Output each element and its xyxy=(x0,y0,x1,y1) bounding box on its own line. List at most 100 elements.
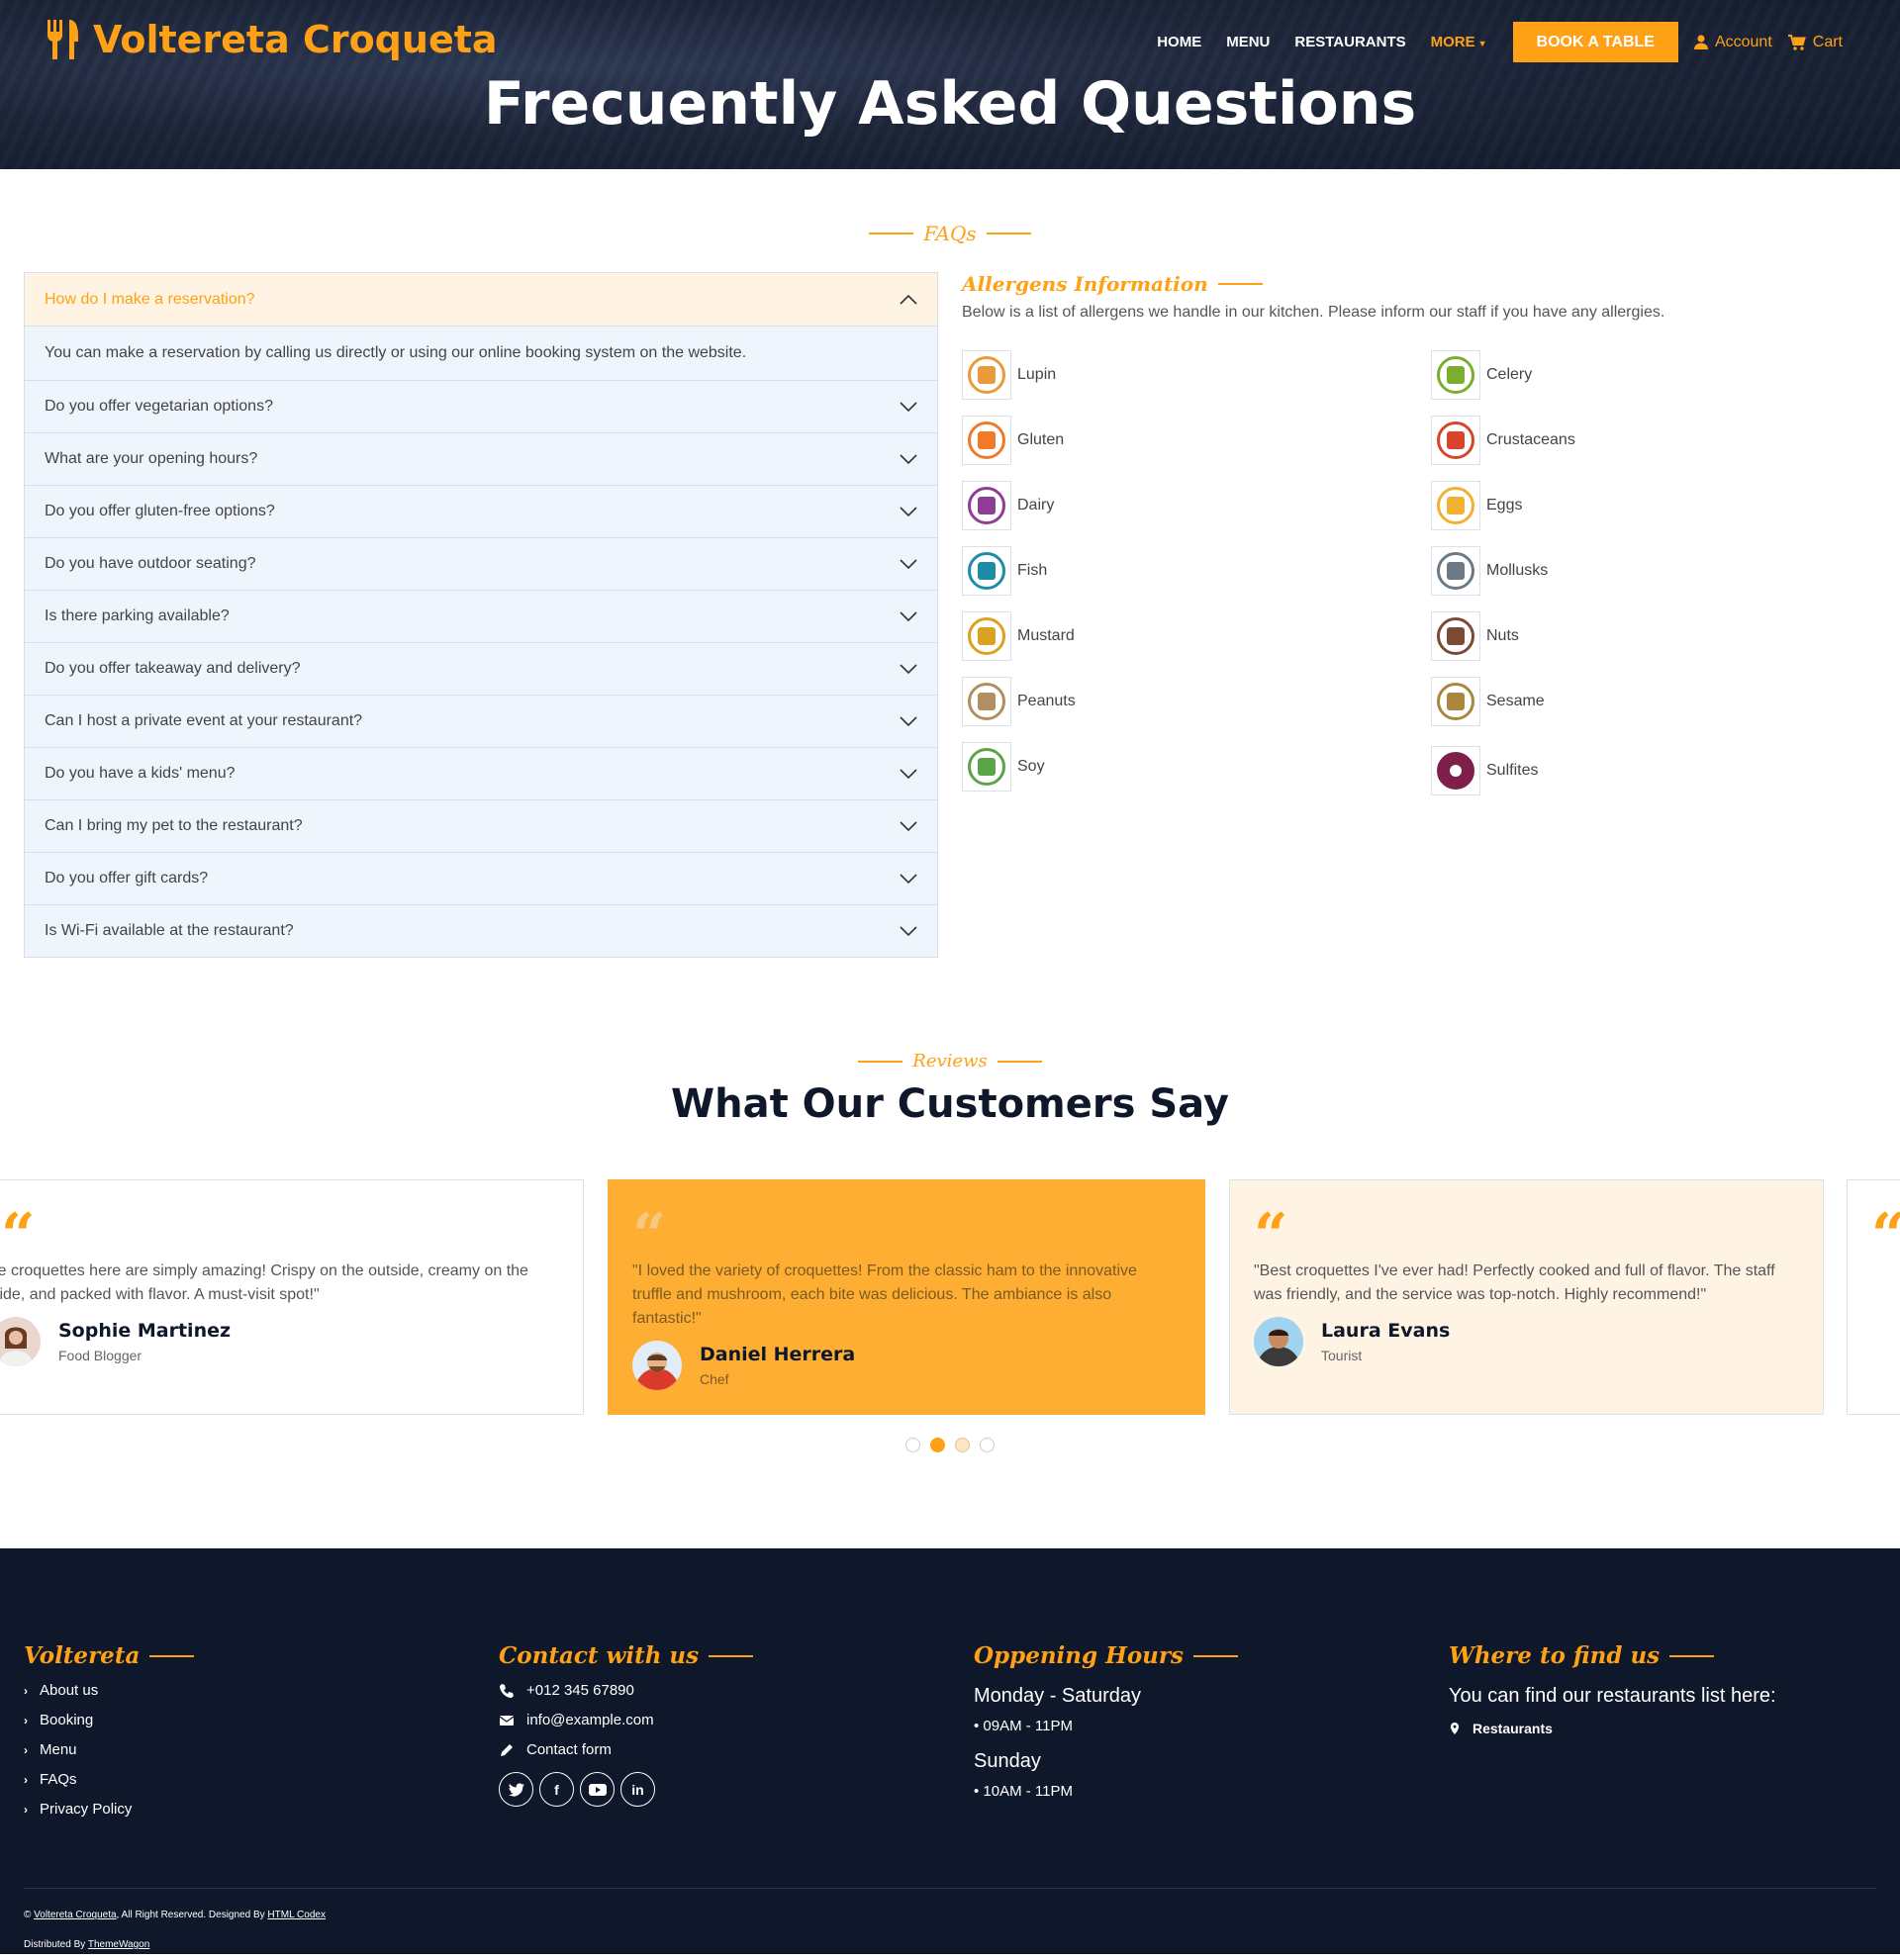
faq-question-label: Do you have a kids' menu? xyxy=(45,765,236,782)
pencil-icon xyxy=(501,1743,513,1756)
copyright-text: , All Right Reserved. Designed By xyxy=(116,1910,268,1920)
faq-question-label: Do you offer takeaway and delivery? xyxy=(45,660,301,677)
allergen-label: Fish xyxy=(1017,562,1048,579)
testimonial-card: “ "Best croquettes I've ever had! Perfec… xyxy=(1229,1179,1824,1415)
allergens-title: Allergens Information xyxy=(962,272,1872,296)
footer-link-label: About us xyxy=(40,1682,99,1699)
footer-link-label: FAQs xyxy=(40,1771,77,1788)
faq-question[interactable]: Do you have outdoor seating? xyxy=(25,537,937,590)
footer-link-privacy[interactable]: › Privacy Policy xyxy=(24,1801,194,1818)
nav-restaurants[interactable]: RESTAURANTS xyxy=(1294,34,1405,50)
utensils-icon xyxy=(48,20,78,59)
contact-form-label: Contact form xyxy=(526,1741,612,1758)
brand-logo[interactable]: Voltereta Croqueta xyxy=(46,18,498,61)
book-table-button[interactable]: BOOK A TABLE xyxy=(1512,22,1678,62)
faq-question[interactable]: What are your opening hours? xyxy=(25,432,937,485)
twitter-icon[interactable] xyxy=(499,1772,533,1807)
cart-label: Cart xyxy=(1812,33,1843,50)
footer-heading: Contact with us xyxy=(499,1642,754,1669)
chevron-down-icon xyxy=(900,664,917,674)
hours-time: • 09AM - 11PM xyxy=(974,1718,1074,1734)
facebook-icon[interactable]: f xyxy=(539,1772,574,1807)
faq-question[interactable]: How do I make a reservation? xyxy=(25,273,937,326)
phone-label: +012 345 67890 xyxy=(526,1682,634,1699)
footer-link-menu[interactable]: › Menu xyxy=(24,1741,194,1758)
restaurants-link[interactable]: Restaurants xyxy=(1449,1721,1776,1736)
nav-more-dropdown[interactable]: MORE ▼ xyxy=(1431,34,1487,50)
faq-question[interactable]: Do you offer gluten-free options? xyxy=(25,485,937,537)
quote-icon: “ xyxy=(632,1201,667,1270)
chevron-down-icon xyxy=(900,926,917,936)
main-nav: HOME MENU RESTAURANTS MORE ▼ BOOK A TABLE… xyxy=(1132,22,1843,62)
testimonial-text: The croquettes here are simply amazing! … xyxy=(0,1262,528,1303)
allergen-label: Mollusks xyxy=(1486,562,1549,579)
faq-question[interactable]: Can I host a private event at your resta… xyxy=(25,695,937,747)
nav-home[interactable]: HOME xyxy=(1157,34,1201,50)
divider xyxy=(1669,1654,1715,1657)
faq-question[interactable]: Is Wi-Fi available at the restaurant? xyxy=(25,904,937,957)
testimonial-text: "Best croquettes I've ever had! Perfectl… xyxy=(1254,1262,1775,1303)
reviews-section-tag: Reviews xyxy=(0,1051,1900,1072)
testimonial-name: Daniel Herrera xyxy=(700,1344,856,1365)
testimonial-author: Daniel Herrera Chef xyxy=(632,1341,855,1390)
allergen-label: Eggs xyxy=(1486,497,1523,513)
faq-question-label: Can I bring my pet to the restaurant? xyxy=(45,817,303,834)
cart-link[interactable]: Cart xyxy=(1787,33,1843,51)
faq-question[interactable]: Is there parking available? xyxy=(25,590,937,642)
chevron-down-icon xyxy=(900,874,917,884)
allergen-item: Lupin xyxy=(962,350,1056,400)
site-footer: Voltereta › About us › Booking › Menu › FAQs… xyxy=(0,1548,1900,1954)
footer-link-about[interactable]: › About us xyxy=(24,1682,194,1699)
youtube-icon[interactable] xyxy=(580,1772,615,1807)
sesame-icon xyxy=(1431,677,1480,726)
peanuts-icon xyxy=(962,677,1011,726)
allergen-label: Soy xyxy=(1017,758,1045,775)
testimonial-card-partial: “ xyxy=(1847,1179,1900,1415)
faq-question[interactable]: Do you have a kids' menu? xyxy=(25,747,937,799)
footer-link-faqs[interactable]: › FAQs xyxy=(24,1771,194,1788)
carousel-dot[interactable] xyxy=(905,1438,920,1452)
distributor-link[interactable]: ThemeWagon xyxy=(88,1939,149,1950)
allergens-description: Below is a list of allergens we handle i… xyxy=(962,304,1665,321)
footer-hours-column: Oppening Hours Monday - Saturday • 09AM … xyxy=(974,1642,1238,1800)
divider xyxy=(986,233,1031,234)
testimonial-card: “ The croquettes here are simply amazing… xyxy=(0,1179,584,1415)
linkedin-icon[interactable]: in xyxy=(620,1772,655,1807)
footer-contact-form[interactable]: Contact form xyxy=(499,1741,753,1758)
reviews-title: What Our Customers Say xyxy=(671,1081,1229,1127)
faq-question[interactable]: Do you offer gift cards? xyxy=(25,852,937,904)
site-link[interactable]: Voltereta Croqueta xyxy=(34,1910,116,1920)
divider xyxy=(149,1654,195,1657)
faq-question[interactable]: Can I bring my pet to the restaurant? xyxy=(25,799,937,852)
quote-icon: “ xyxy=(1254,1201,1288,1270)
quote-icon: “ xyxy=(1871,1206,1900,1265)
carousel-dot[interactable] xyxy=(955,1438,970,1452)
footer-link-booking[interactable]: › Booking xyxy=(24,1712,194,1728)
mollusks-icon xyxy=(1431,546,1480,596)
allergens-title-label: Allergens Information xyxy=(962,272,1208,296)
nav-menu[interactable]: MENU xyxy=(1226,34,1270,50)
footer-email[interactable]: info@example.com xyxy=(499,1712,753,1728)
faq-question-label: Can I host a private event at your resta… xyxy=(45,712,363,729)
hours-days: Monday - Saturday xyxy=(974,1685,1141,1707)
page-header: Voltereta Croqueta HOME MENU RESTAURANTS… xyxy=(0,0,1900,169)
footer-heading: Oppening Hours xyxy=(974,1642,1238,1669)
faq-question[interactable]: Do you offer vegetarian options? xyxy=(25,380,937,432)
footer-phone[interactable]: +012 345 67890 xyxy=(499,1682,753,1699)
carousel-dot[interactable] xyxy=(980,1438,995,1452)
user-icon xyxy=(1693,35,1708,49)
footer-contact-column: Contact with us +012 345 67890 info@exam… xyxy=(499,1642,754,1807)
dairy-icon xyxy=(962,481,1011,530)
chevron-down-icon xyxy=(900,611,917,621)
social-links: f in xyxy=(499,1772,753,1807)
avatar xyxy=(632,1341,682,1390)
carousel-dot-active[interactable] xyxy=(930,1438,945,1452)
email-label: info@example.com xyxy=(526,1712,654,1728)
carousel-dots xyxy=(0,1438,1900,1452)
allergen-label: Dairy xyxy=(1017,497,1055,513)
divider xyxy=(709,1654,754,1657)
testimonial-author: Laura Evans Tourist xyxy=(1254,1317,1450,1366)
faq-question[interactable]: Do you offer takeaway and delivery? xyxy=(25,642,937,695)
designer-link[interactable]: HTML Codex xyxy=(267,1910,326,1920)
account-link[interactable]: Account xyxy=(1693,34,1772,51)
